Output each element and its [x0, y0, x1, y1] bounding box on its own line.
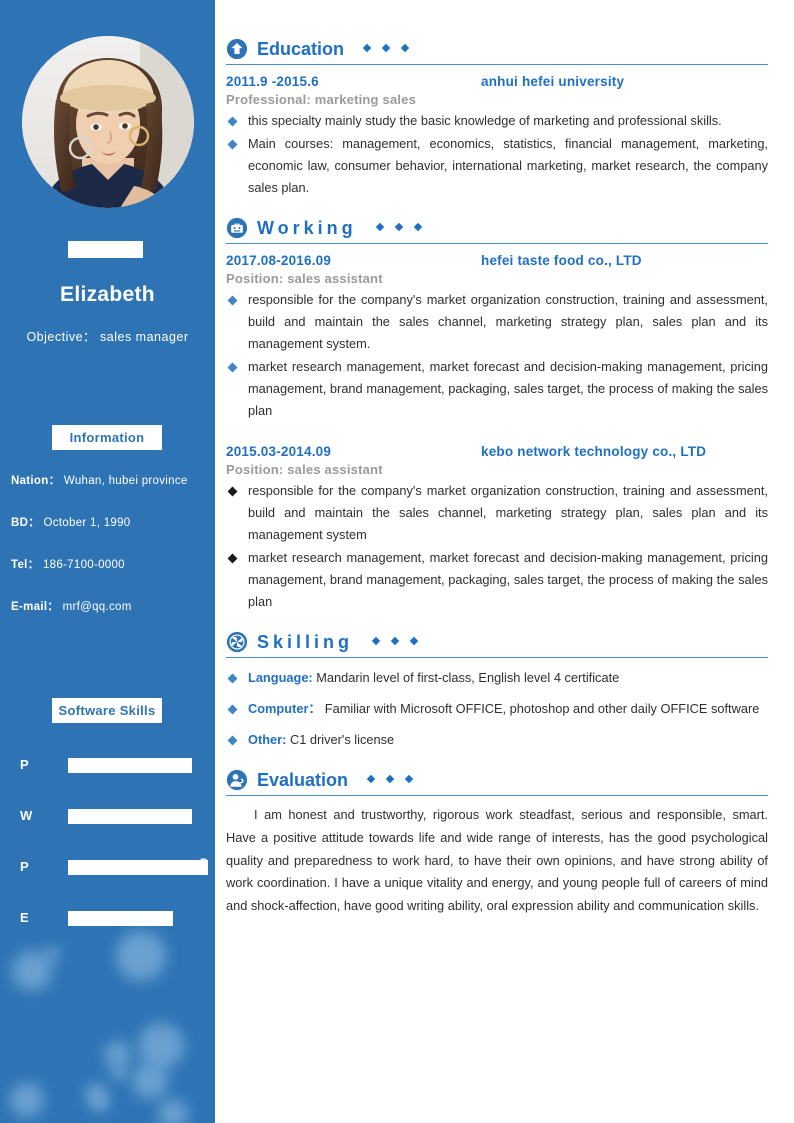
section-education: Education 2011.9 -2015.6 anhui hefei uni…	[226, 38, 768, 199]
list-item: Main courses: management, economics, sta…	[226, 133, 768, 199]
skill-label: Language:	[248, 670, 313, 685]
list-item: market research management, market forec…	[226, 547, 768, 613]
skill-bar	[68, 809, 192, 824]
info-key: Nation：	[11, 475, 61, 487]
skill-text: C1 driver's license	[289, 732, 395, 747]
candidate-name: Elizabeth	[60, 283, 155, 306]
working-bullets: responsible for the company's market org…	[226, 480, 768, 613]
section-evaluation: Evaluation I am honest and trustworthy, …	[226, 769, 768, 918]
section-dots	[371, 636, 419, 646]
list-item: this specialty mainly study the basic kn…	[226, 110, 768, 132]
info-key: E-mail：	[11, 601, 60, 613]
section-dots	[362, 43, 410, 53]
skill-letter: P	[20, 757, 29, 772]
skilling-list: Language: Mandarin level of first-class,…	[226, 667, 768, 751]
info-value: October 1, 1990	[43, 517, 131, 529]
info-value: Wuhan, hubei province	[63, 475, 188, 487]
person-icon	[226, 769, 248, 791]
working-bullets: responsible for the company's market org…	[226, 289, 768, 422]
list-item: responsible for the company's market org…	[226, 289, 768, 355]
info-row-tel: Tel： 186-7100-0000	[11, 556, 211, 572]
list-item: Computer： Familiar with Microsoft OFFICE…	[226, 698, 768, 720]
skill-letter: E	[20, 910, 29, 925]
entry-organization: hefei taste food co., LTD	[481, 253, 642, 268]
entry-organization: anhui hefei university	[481, 74, 625, 89]
section-title: Evaluation	[257, 769, 349, 790]
sidebar: Elizabeth Objective： sales manager Infor…	[0, 0, 215, 1123]
list-item: responsible for the company's market org…	[226, 480, 768, 546]
skill-label: Other:	[248, 732, 287, 747]
education-entry: 2011.9 -2015.6 anhui hefei university Pr…	[226, 74, 768, 199]
entry-date: 2011.9 -2015.6	[226, 74, 319, 89]
section-title: Skilling	[257, 631, 354, 652]
main-content: Education 2011.9 -2015.6 anhui hefei uni…	[215, 0, 794, 1123]
section-dots	[375, 222, 422, 232]
entry-headline: 2011.9 -2015.6 anhui hefei university	[226, 74, 768, 89]
info-key: Tel：	[11, 559, 40, 571]
list-item: Language: Mandarin level of first-class,…	[226, 667, 768, 689]
entry-subtitle: Professional: marketing sales	[226, 92, 417, 107]
skill-row: W	[0, 803, 215, 854]
evaluation-paragraph: I am honest and trustworthy, rigorous wo…	[226, 807, 768, 914]
entry-subtitle: Position: sales assistant	[226, 271, 383, 286]
portrait-photo	[22, 36, 194, 208]
info-value: 186-7100-0000	[42, 559, 125, 571]
skill-bar-list: P W P P E	[0, 752, 215, 956]
section-header-working: Working	[226, 217, 768, 244]
entry-subtitle: Position: sales assistant	[226, 462, 383, 477]
objective-text: Objective： sales manager	[26, 330, 189, 344]
entry-date: 2017.08-2016.09	[226, 253, 332, 268]
name-chip	[68, 241, 143, 258]
working-entry: 2017.08-2016.09 hefei taste food co., LT…	[226, 253, 768, 422]
skill-row: P P	[0, 854, 215, 905]
skill-row: P	[0, 752, 215, 803]
clover-icon	[226, 631, 248, 653]
section-skilling: Skilling Language: Mandarin level of fir…	[226, 631, 768, 751]
resume-page: Elizabeth Objective： sales manager Infor…	[0, 0, 794, 1123]
section-title: Working	[257, 217, 357, 238]
section-header-education: Education	[226, 38, 768, 65]
skill-bar	[68, 758, 192, 773]
skill-label: Computer：	[248, 701, 322, 716]
skill-text: Familiar with Microsoft OFFICE, photosho…	[324, 701, 760, 716]
graduation-cap-icon	[226, 38, 248, 60]
skill-bar	[68, 911, 173, 926]
avatar	[22, 36, 194, 208]
briefcase-icon	[226, 217, 248, 239]
skill-tail: P	[200, 857, 208, 869]
list-item: Other: C1 driver's license	[226, 729, 768, 751]
info-row-nation: Nation： Wuhan, hubei province	[11, 472, 211, 488]
entry-headline: 2015.03-2014.09 kebo network technology …	[226, 444, 768, 459]
section-title: Education	[257, 38, 345, 59]
entry-date: 2015.03-2014.09	[226, 444, 332, 459]
entry-organization: kebo network technology co., LTD	[481, 444, 707, 459]
skill-letter: P	[20, 859, 29, 874]
section-dots	[366, 774, 414, 784]
skill-text: Mandarin level of first-class, English l…	[316, 670, 620, 685]
info-value: mrf@qq.com	[62, 601, 132, 613]
entry-headline: 2017.08-2016.09 hefei taste food co., LT…	[226, 253, 768, 268]
list-item: market research management, market forec…	[226, 356, 768, 422]
info-row-email: E-mail： mrf@qq.com	[11, 598, 211, 614]
section-working: Working 2017.08-2016.09 hefei taste food…	[226, 217, 768, 613]
working-entry: 2015.03-2014.09 kebo network technology …	[226, 444, 768, 613]
section-header-evaluation: Evaluation	[226, 769, 768, 796]
contact-info-list: Nation： Wuhan, hubei province BD： Octobe…	[11, 472, 211, 640]
info-row-birthdate: BD： October 1, 1990	[11, 514, 211, 530]
skill-row: E	[0, 905, 215, 956]
skill-bar	[68, 860, 208, 875]
software-skills-badge: Software Skills	[52, 698, 162, 723]
education-bullets: this specialty mainly study the basic kn…	[226, 110, 768, 199]
skill-letter: W	[20, 808, 33, 823]
section-header-skilling: Skilling	[226, 631, 768, 658]
info-key: BD：	[11, 517, 41, 529]
information-badge: Information	[52, 425, 162, 450]
